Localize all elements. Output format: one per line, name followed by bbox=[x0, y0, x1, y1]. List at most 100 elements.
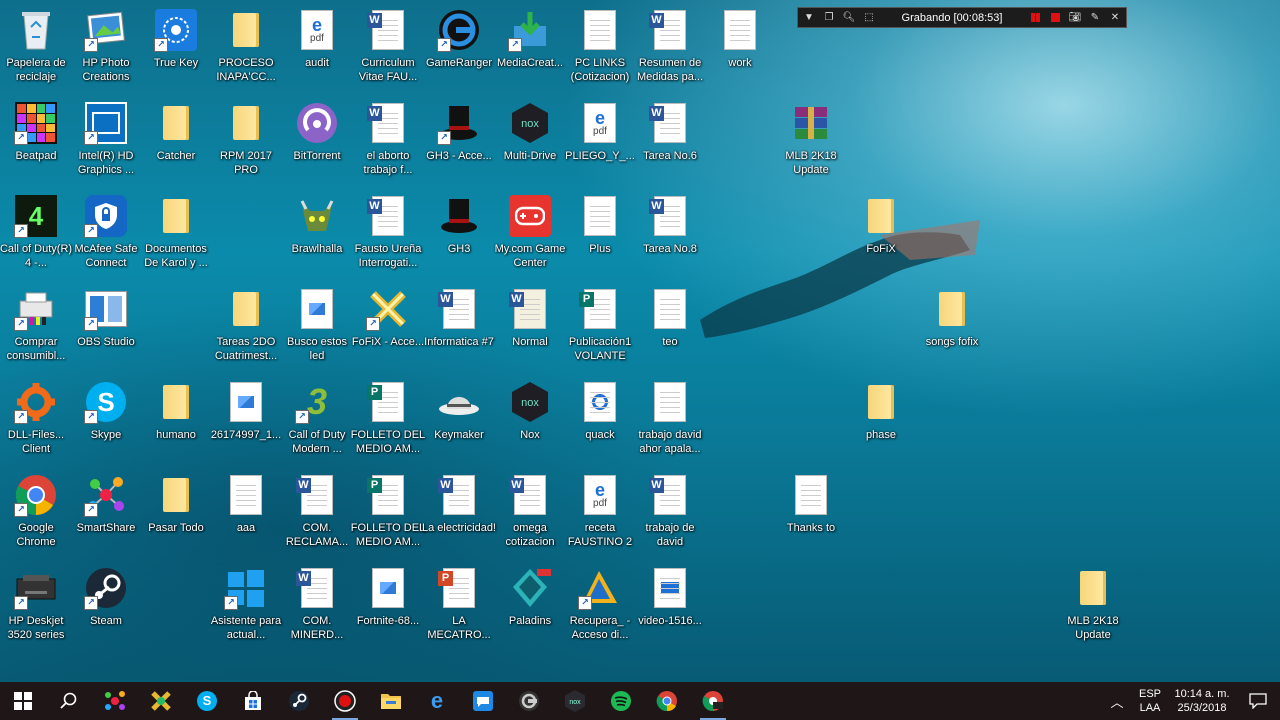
desktop-icon-call-of-duty-mw3[interactable]: 3 ↗ Call of Duty Modern ... bbox=[281, 376, 353, 466]
desktop-icon-el-aborto[interactable]: W el aborto trabajo f... bbox=[352, 97, 424, 187]
desktop-icon-cod4[interactable]: 4 ↗ Call of Duty(R) 4 -... bbox=[0, 190, 72, 280]
desktop-icon-rpm-2017-pro[interactable]: RPM 2017 PRO bbox=[210, 97, 282, 187]
desktop-icon-thanks-to[interactable]: Thanks to bbox=[775, 469, 847, 559]
taskbar-edge[interactable]: e bbox=[414, 682, 460, 720]
taskbar-gameranger[interactable] bbox=[506, 682, 552, 720]
taskbar-fofix[interactable] bbox=[138, 682, 184, 720]
desktop-icon-trabajo-david-ahor[interactable]: trabajo david ahor apala... bbox=[634, 376, 706, 466]
taskbar-steam[interactable] bbox=[276, 682, 322, 720]
desktop-icon-work[interactable]: work bbox=[704, 4, 776, 94]
desktop-icon-catcher[interactable]: Catcher bbox=[140, 97, 212, 187]
desktop-icon-intel-hd-graphics[interactable]: ↗ Intel(R) HD Graphics ... bbox=[70, 97, 142, 187]
desktop-icon-comprar-consumibles[interactable]: ↗ Comprar consumibl... bbox=[0, 283, 72, 373]
desktop-icon-gh3[interactable]: GH3 bbox=[423, 190, 495, 280]
taskbar-skype[interactable]: S bbox=[184, 682, 230, 720]
desktop-icon-trabajo-de-david[interactable]: W trabajo de david bbox=[634, 469, 706, 559]
desktop-icon-plus[interactable]: Plus bbox=[564, 190, 636, 280]
close-icon[interactable]: ✕ bbox=[1108, 11, 1122, 25]
desktop-icon-proceso-inapa[interactable]: PROCESO INAPA'CC... bbox=[210, 4, 282, 94]
dropdown-icon[interactable]: ▼ bbox=[802, 11, 816, 25]
desktop-icon-recycle-bin[interactable]: Papelera de reciclaje bbox=[0, 4, 72, 94]
desktop-icon-publicacion1[interactable]: P Publicación1 VOLANTE bbox=[564, 283, 636, 373]
desktop-icon-songs-fofix[interactable]: songs fofix bbox=[916, 283, 988, 373]
desktop-icon-multi-drive[interactable]: nox Multi-Drive bbox=[494, 97, 566, 187]
desktop-icon-recupera[interactable]: ↗ Recupera_ - Acceso di... bbox=[564, 562, 636, 652]
taskbar-spotify[interactable] bbox=[598, 682, 644, 720]
taskbar-recorder[interactable] bbox=[322, 682, 368, 720]
desktop-icon-dll-files[interactable]: ↗ DLL-Files... Client bbox=[0, 376, 72, 466]
desktop-icon-gameranger[interactable]: ↗ GameRanger bbox=[423, 4, 495, 94]
desktop-icon-pc-links[interactable]: PC LINKS (Cotizacion) bbox=[564, 4, 636, 94]
zoom-icon[interactable]: 🔍︎ bbox=[842, 11, 856, 25]
desktop-icon-hp-photo-creations[interactable]: ↗ HP Photo Creations bbox=[70, 4, 142, 94]
desktop-icon-fausto-urena[interactable]: W Fausto Ureña Interrogati... bbox=[352, 190, 424, 280]
desktop-icon-la-electricidad[interactable]: W La electricidad! bbox=[422, 469, 496, 559]
desktop-icon-media-creation[interactable]: ↗ MediaCreat... bbox=[494, 4, 566, 94]
desktop-icon-smartshare[interactable]: ↗ SmartShare bbox=[70, 469, 142, 559]
desktop-icon-skype[interactable]: S ↗ Skype bbox=[70, 376, 142, 466]
desktop-icon-pasar-todo[interactable]: Pasar Todo bbox=[140, 469, 212, 559]
desktop-icon-nox[interactable]: nox Nox bbox=[494, 376, 566, 466]
show-hidden-icons-button[interactable]: ︿ bbox=[1102, 682, 1132, 720]
input-language-indicator[interactable]: ESP LAA bbox=[1132, 687, 1168, 715]
taskbar-store[interactable] bbox=[230, 682, 276, 720]
desktop-icon-receta-faustino[interactable]: e pdf receta FAUSTINO 2 bbox=[564, 469, 636, 559]
region-icon[interactable]: ⬚ bbox=[862, 11, 876, 25]
desktop-icon-mlb-2k18-update-rar[interactable]: MLB 2K18 Update bbox=[775, 97, 847, 187]
desktop-icon-keymaker[interactable]: Keymaker bbox=[423, 376, 495, 466]
search-button[interactable] bbox=[46, 682, 92, 720]
taskbar-smartshare[interactable] bbox=[92, 682, 138, 720]
taskbar-chrome-remote[interactable] bbox=[690, 682, 736, 720]
desktop-icon-fortnite[interactable]: Fortnite-68... bbox=[352, 562, 424, 652]
desktop-icon-fofix-folder[interactable]: FoFiX bbox=[845, 190, 917, 280]
camera-icon[interactable]: 📷︎ bbox=[1068, 11, 1082, 25]
desktop-icon-normal[interactable]: W Normal bbox=[494, 283, 566, 373]
clock[interactable]: 10:14 a. m. 25/3/2018 bbox=[1168, 687, 1236, 715]
desktop-icon-busco-estos-led[interactable]: Busco estos led bbox=[281, 283, 353, 373]
desktop-icon-fofix-acceso[interactable]: ↗ FoFiX - Acce... bbox=[352, 283, 424, 373]
desktop-icon-humano[interactable]: humano bbox=[140, 376, 212, 466]
desktop-icon-obs-studio[interactable]: ↗ OBS Studio bbox=[70, 283, 142, 373]
desktop-icon-true-key[interactable]: ↗ True Key bbox=[140, 4, 212, 94]
desktop-icon-la-mecatronica[interactable]: P LA MECATRO... bbox=[423, 562, 495, 652]
desktop-icon-omega-cotizacion[interactable]: W omega cotizacion bbox=[494, 469, 566, 559]
desktop-icon-com-reclama[interactable]: W COM. RECLAMA... bbox=[281, 469, 353, 559]
desktop-icon-resumen-medidas[interactable]: W Resumen de Medidas pa... bbox=[634, 4, 706, 94]
desktop-icon-brawlhalla[interactable]: Brawlhalla bbox=[281, 190, 353, 280]
desktop-icon-com-minerd[interactable]: W COM. MINERD... bbox=[281, 562, 353, 652]
desktop-icon-documentos-karol[interactable]: Documentos De Karol y ... bbox=[140, 190, 212, 280]
desktop-icon-hp-deskjet[interactable]: ↗ HP Deskjet 3520 series bbox=[0, 562, 72, 652]
desktop-icon-folleto-2[interactable]: P FOLLETO DEL MEDIO AM... bbox=[351, 469, 425, 559]
desktop-icon-phase[interactable]: phase bbox=[845, 376, 917, 466]
desktop-icon-quack[interactable]: quack bbox=[564, 376, 636, 466]
taskbar-file-explorer[interactable] bbox=[368, 682, 414, 720]
pause-icon[interactable] bbox=[1028, 11, 1042, 25]
desktop-icon-audit[interactable]: e pdf audit bbox=[281, 4, 353, 94]
desktop-icon-beatpad[interactable]: ↗ Beatpad bbox=[0, 97, 72, 187]
desktop-icon-mlb-2k18-update-folder[interactable]: MLB 2K18 Update bbox=[1057, 562, 1129, 652]
desktop-icon-folleto-1[interactable]: P FOLLETO DEL MEDIO AM... bbox=[351, 376, 425, 466]
taskbar-chrome[interactable] bbox=[644, 682, 690, 720]
taskbar-nox[interactable]: nox bbox=[552, 682, 598, 720]
desktop-icon-gh3-acceso[interactable]: ↗ GH3 - Acce... bbox=[423, 97, 495, 187]
desktop-icon-tareas-2do[interactable]: Tareas 2DO Cuatrimest... bbox=[210, 283, 282, 373]
desktop-icon-mcafee-safe-connect[interactable]: ↗ McAfee Safe Connect bbox=[70, 190, 142, 280]
pen-icon[interactable]: ✎ bbox=[1088, 11, 1102, 25]
desktop-icon-informatica-7[interactable]: W Informatica #7 bbox=[423, 283, 495, 373]
desktop-icon-pliego[interactable]: e pdf PLIEGO_Y_... bbox=[564, 97, 636, 187]
desktop-icon-image-26174997[interactable]: 26174997_1... bbox=[210, 376, 282, 466]
desktop-icon-tarea-8[interactable]: W Tarea No.8 bbox=[634, 190, 706, 280]
start-button[interactable] bbox=[0, 682, 46, 720]
desktop-icon-aaa[interactable]: aaa bbox=[210, 469, 282, 559]
desktop-icon-curriculum-vitae[interactable]: W Curriculum Vitae FAU... bbox=[352, 4, 424, 94]
desktop-icon-asistente-actualizacion[interactable]: ↗ Asistente para actual... bbox=[210, 562, 282, 652]
desktop-icon-bittorrent[interactable]: BitTorrent bbox=[281, 97, 353, 187]
action-center-button[interactable] bbox=[1236, 682, 1280, 720]
desktop-icon-steam[interactable]: ↗ Steam bbox=[70, 562, 142, 652]
desktop-icon-google-chrome[interactable]: ↗ Google Chrome bbox=[0, 469, 72, 559]
restore-icon[interactable]: ❐ bbox=[822, 11, 836, 25]
desktop-icon-video-1516[interactable]: video-1516... bbox=[634, 562, 706, 652]
stop-icon[interactable] bbox=[1048, 11, 1062, 25]
desktop-icon-tarea-6[interactable]: W Tarea No.6 bbox=[634, 97, 706, 187]
desktop-icon-mycom-game-center[interactable]: My.com Game Center bbox=[494, 190, 566, 280]
